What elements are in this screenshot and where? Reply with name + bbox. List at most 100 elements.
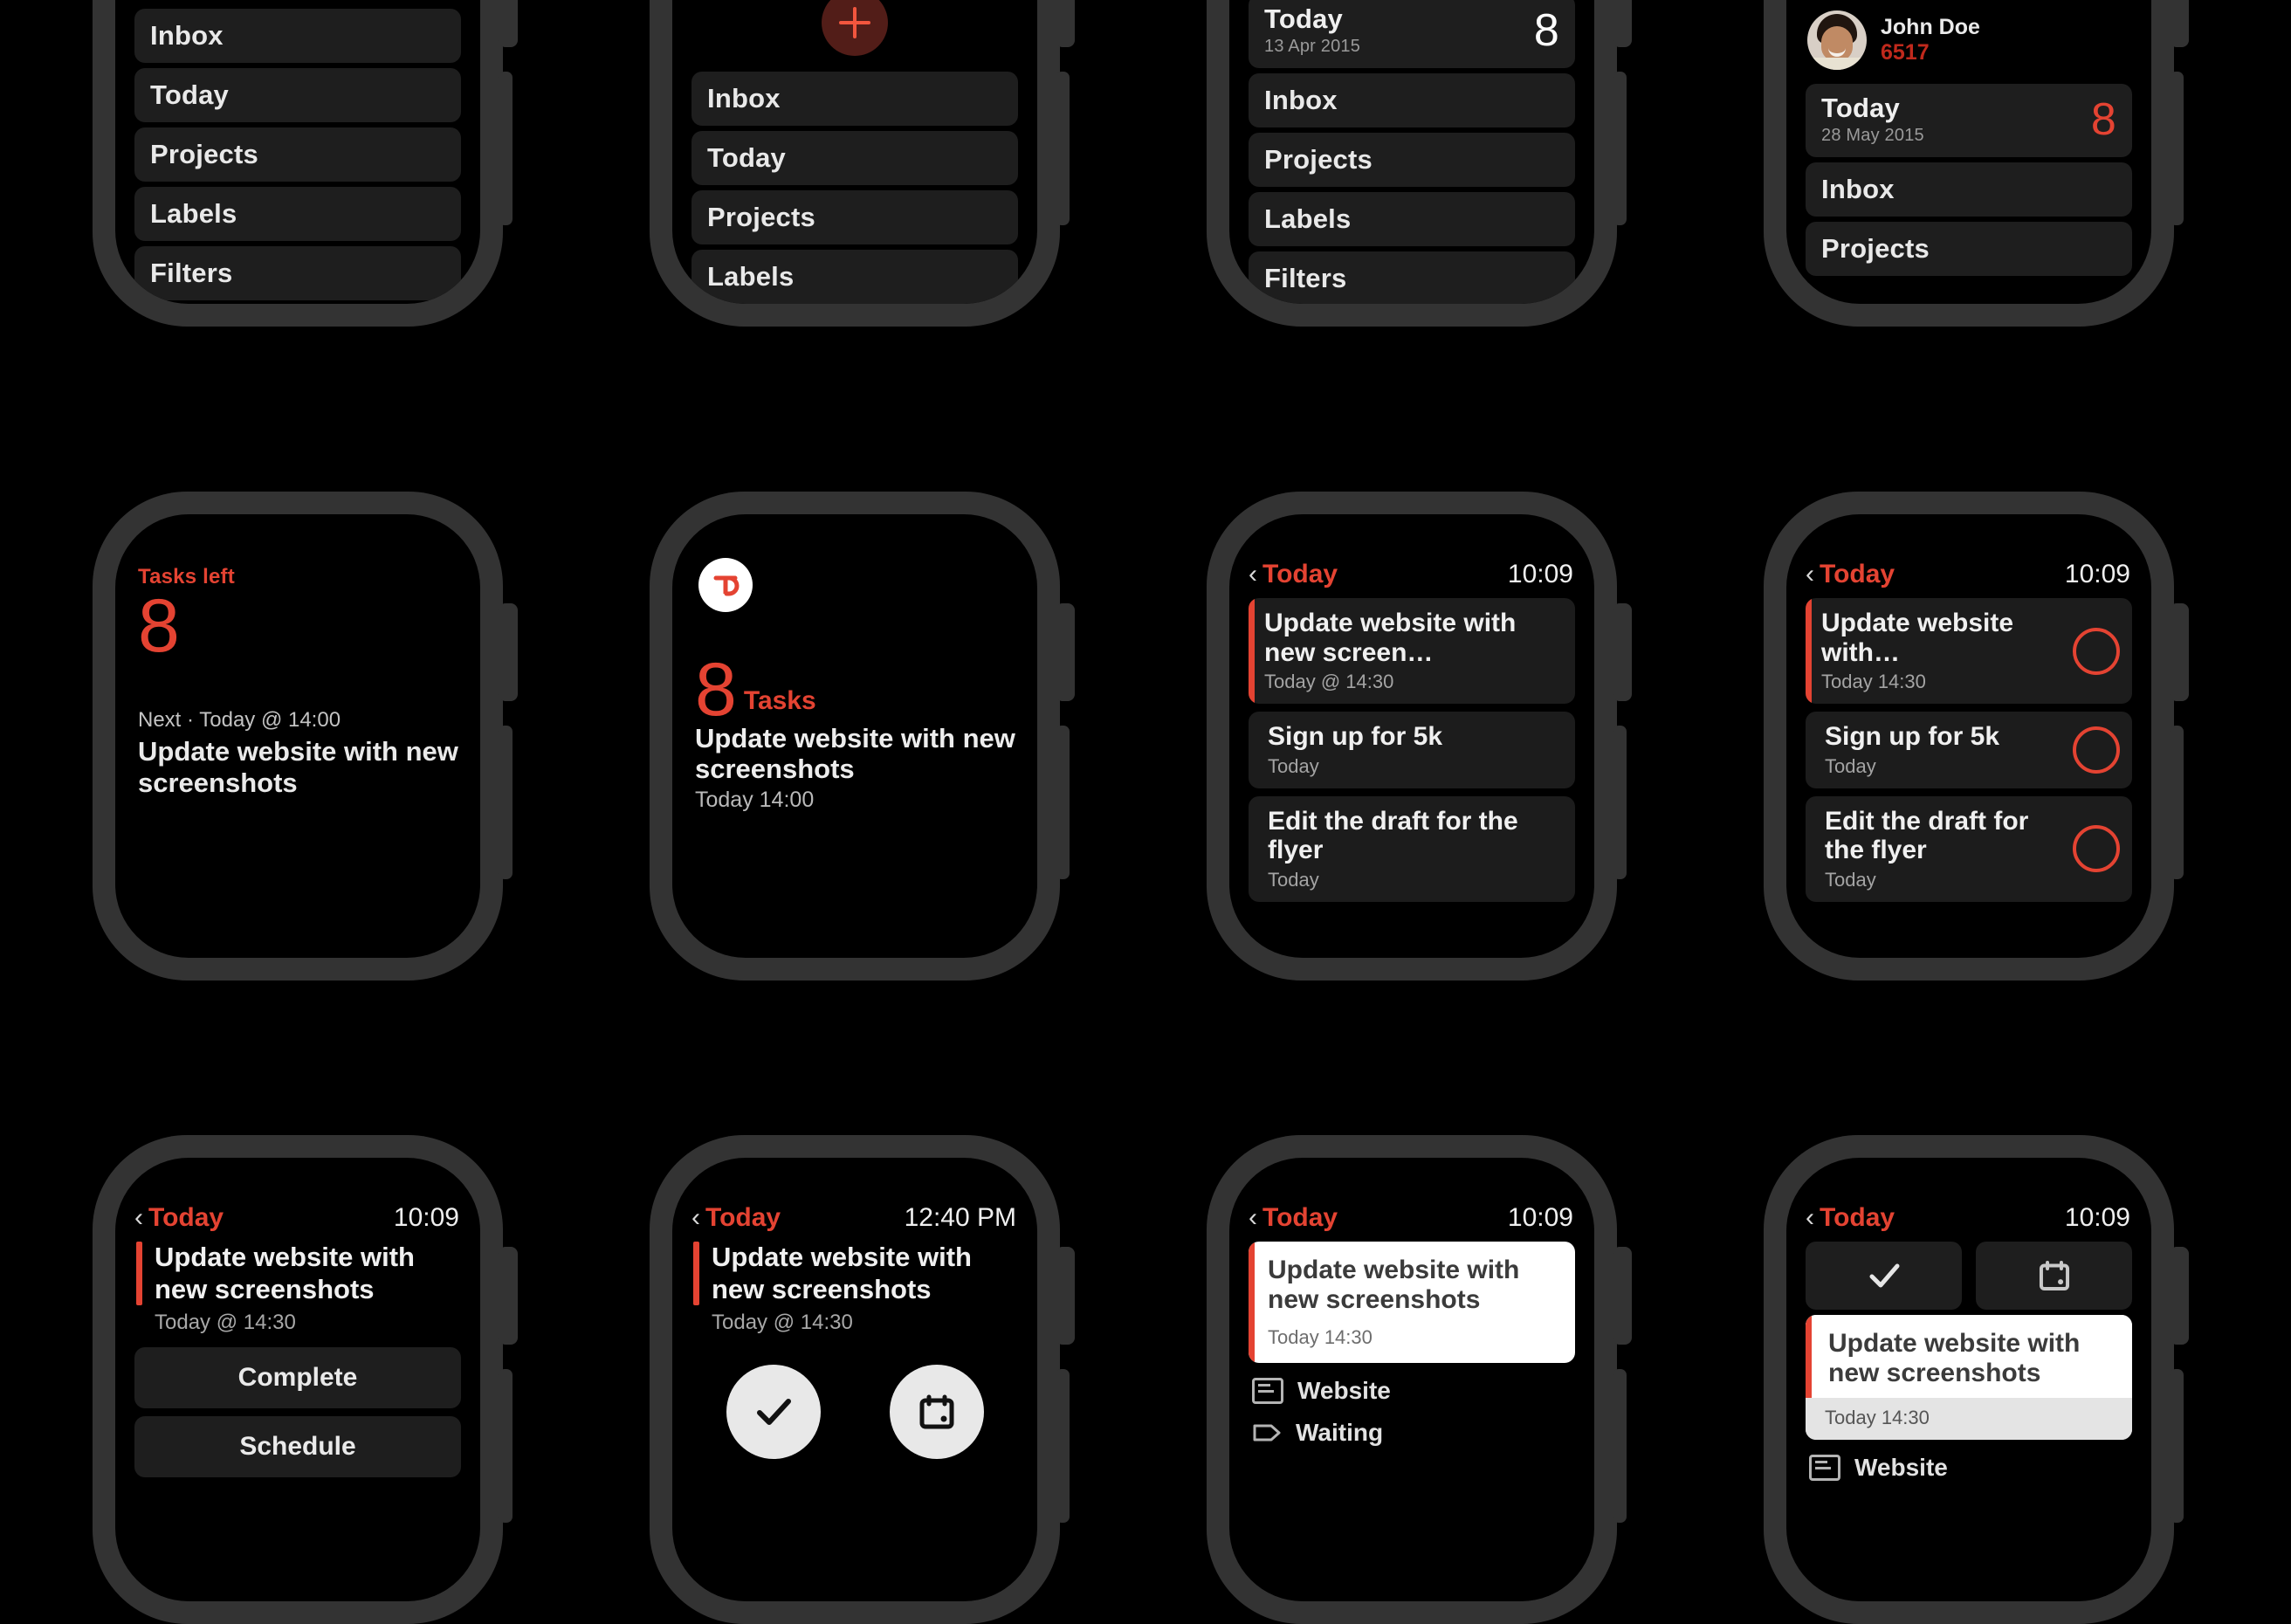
task-row[interactable]: Sign up for 5k Today: [1249, 712, 1575, 788]
menu-item-labels[interactable]: Labels: [1249, 191, 1575, 246]
back-button[interactable]: ‹ Today: [1249, 1203, 1338, 1233]
task-row[interactable]: Update website with new screen… Today @ …: [1249, 598, 1575, 705]
side-button[interactable]: [1613, 72, 1627, 225]
avatar: [1807, 10, 1867, 70]
today-count: 8: [1533, 5, 1559, 57]
clock: 12:40 PM: [904, 1203, 1016, 1232]
task-title: Update website with new screenshots: [1828, 1329, 2081, 1387]
task-due: Today: [1825, 868, 1876, 891]
back-button[interactable]: ‹ Today: [1249, 560, 1338, 589]
menu-item-projects[interactable]: Projects: [1249, 132, 1575, 187]
digital-crown[interactable]: [1613, 1247, 1632, 1345]
chevron-left-icon: ‹: [1806, 560, 1814, 588]
task-project-row[interactable]: Website: [1809, 1454, 2132, 1482]
side-button[interactable]: [499, 72, 513, 225]
menu-item-filters[interactable]: Filters: [134, 246, 461, 300]
back-button[interactable]: ‹ Today: [691, 1203, 781, 1233]
task-checkbox-icon[interactable]: [2073, 825, 2120, 873]
menu-item-inbox[interactable]: Inbox: [1249, 72, 1575, 127]
project-icon: [1252, 1378, 1283, 1405]
watch-screen: 8 Tasks Update website with new screensh…: [672, 514, 1037, 958]
task-project-row[interactable]: Website: [1252, 1377, 1575, 1405]
menu-item-filters[interactable]: Filters: [1249, 251, 1575, 304]
task-title: Update website with new screenshots: [712, 1242, 972, 1304]
complete-action-button[interactable]: [726, 1365, 821, 1460]
side-button[interactable]: [1056, 1369, 1070, 1523]
digital-crown[interactable]: [2170, 0, 2189, 47]
label-tag-icon: [1253, 1424, 1281, 1442]
digital-crown[interactable]: [1056, 1247, 1075, 1345]
watch-screen: ‹ Today 10:09 Update website with new sc…: [1229, 1158, 1594, 1601]
side-button[interactable]: [499, 1369, 513, 1523]
side-button[interactable]: [1613, 1369, 1627, 1523]
clock: 10:09: [393, 1203, 459, 1232]
watch-screen: ‹ Today 10:09 Update website with… Today…: [1786, 514, 2151, 958]
digital-crown[interactable]: [499, 603, 518, 701]
menu-item-inbox[interactable]: Inbox: [134, 9, 461, 63]
chevron-left-icon: ‹: [1249, 560, 1257, 588]
menu-item-labels[interactable]: Labels: [134, 187, 461, 241]
digital-crown[interactable]: [1056, 0, 1075, 47]
task-detail-card[interactable]: Update website with new screenshots Toda…: [1249, 1242, 1575, 1364]
menu-item-inbox[interactable]: Inbox: [691, 72, 1018, 126]
add-task-button[interactable]: [822, 0, 888, 56]
task-title: Update website with new screenshots: [155, 1242, 415, 1304]
digital-crown[interactable]: [1056, 603, 1075, 701]
side-button[interactable]: [2170, 1369, 2184, 1523]
task-checkbox-icon[interactable]: [2073, 726, 2120, 774]
back-label: Today: [1820, 1203, 1895, 1232]
complete-button[interactable]: Complete: [134, 1347, 461, 1409]
clock: 10:09: [1507, 1203, 1573, 1232]
menu-item-projects[interactable]: Projects: [691, 190, 1018, 244]
task-row[interactable]: Edit the draft for the flyer Today: [1249, 795, 1575, 902]
digital-crown[interactable]: [2170, 1247, 2189, 1345]
menu-item-projects[interactable]: Projects: [134, 127, 461, 182]
task-label-row[interactable]: Waiting: [1252, 1419, 1575, 1447]
check-icon: [756, 1399, 791, 1426]
priority-bar: [1249, 598, 1255, 705]
chevron-left-icon: ‹: [1806, 1203, 1814, 1232]
back-button[interactable]: ‹ Today: [1806, 560, 1895, 589]
watch-screen: Inbox Today Projects Labels Filters: [115, 0, 480, 304]
menu-item-today[interactable]: Today: [134, 68, 461, 122]
back-button[interactable]: ‹ Today: [134, 1203, 224, 1233]
task-checkbox-icon[interactable]: [2073, 627, 2120, 675]
today-date: 13 Apr 2015: [1264, 36, 1361, 56]
task-title: Update website with new screen…: [1264, 609, 1517, 667]
digital-crown[interactable]: [1613, 0, 1632, 47]
task-row[interactable]: Edit the draft for the flyer Today: [1806, 795, 2132, 902]
menu-item-today[interactable]: Today: [691, 131, 1018, 185]
side-button[interactable]: [2170, 726, 2184, 879]
back-button[interactable]: ‹ Today: [1806, 1203, 1895, 1233]
side-button[interactable]: [1056, 726, 1070, 879]
digital-crown[interactable]: [499, 1247, 518, 1345]
schedule-action-button[interactable]: [889, 1365, 984, 1460]
menu-item-inbox[interactable]: Inbox: [1806, 162, 2132, 217]
schedule-action-button[interactable]: [1976, 1242, 2132, 1310]
watch-today-list: ‹ Today 10:09 Update website with new sc…: [1207, 492, 1632, 981]
side-button[interactable]: [1056, 72, 1070, 225]
side-button[interactable]: [1613, 726, 1627, 879]
watch-screen: ‹ Today 10:09 Update website with new sc…: [1786, 1158, 2151, 1601]
side-button[interactable]: [2170, 72, 2184, 225]
profile-header[interactable]: John Doe 6517: [1807, 10, 2132, 70]
widget-count: 8: [138, 584, 180, 668]
menu-item-projects[interactable]: Projects: [1806, 221, 2132, 276]
schedule-button[interactable]: Schedule: [134, 1416, 461, 1478]
status-bar: ‹ Today 10:09: [1249, 1203, 1573, 1233]
back-label: Today: [1820, 560, 1895, 588]
task-row[interactable]: Sign up for 5k Today: [1806, 712, 2132, 788]
digital-crown[interactable]: [499, 0, 518, 47]
watch-menu-today-count: Today 13 Apr 2015 8 Inbox Projects Label…: [1207, 0, 1632, 327]
complete-action-button[interactable]: [1806, 1242, 1962, 1310]
menu-item-today-summary[interactable]: Today 28 May 2015 8: [1806, 84, 2132, 157]
menu-item-today-summary[interactable]: Today 13 Apr 2015 8: [1249, 0, 1575, 68]
side-button[interactable]: [499, 726, 513, 879]
digital-crown[interactable]: [2170, 603, 2189, 701]
task-detail-card[interactable]: Update website with new screenshots Toda…: [1806, 1315, 2132, 1441]
watch-screen: Tasks left 8 Next · Today @ 14:00 Update…: [115, 514, 480, 958]
menu-item-labels[interactable]: Labels: [691, 250, 1018, 304]
back-label: Today: [705, 1203, 781, 1232]
digital-crown[interactable]: [1613, 603, 1632, 701]
task-row[interactable]: Update website with… Today 14:30: [1806, 598, 2132, 705]
